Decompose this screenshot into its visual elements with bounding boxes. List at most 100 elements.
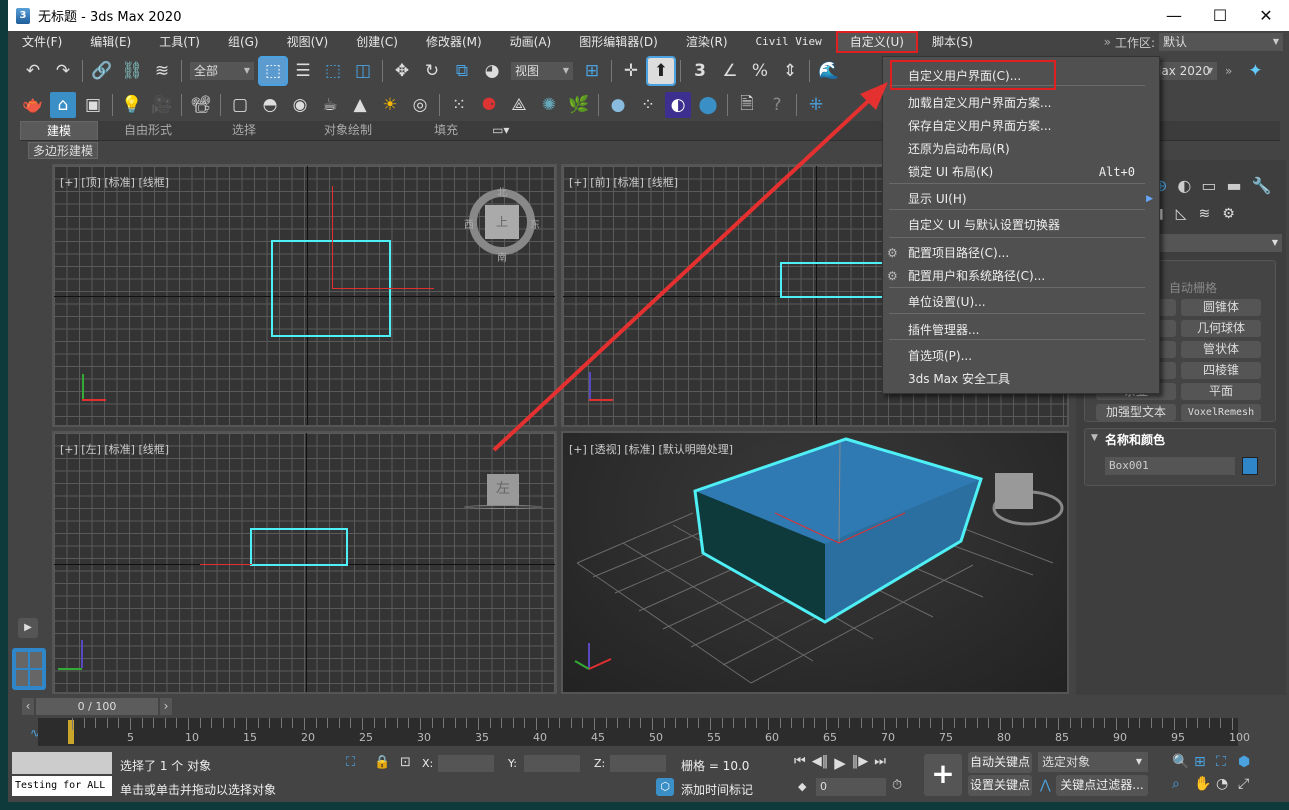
render-setup-icon[interactable]: ⬤ <box>695 92 721 118</box>
window-crossing-icon[interactable]: ◫ <box>350 58 376 84</box>
menu-item[interactable]: ⚙ 配置用户和系统路径(C)... <box>883 265 1159 287</box>
edit-named-selection-icon[interactable]: 🌊 <box>816 58 842 84</box>
frame-counter[interactable]: 0 / 100 <box>36 698 158 715</box>
ribbon-tab-modeling[interactable]: 建模 <box>20 121 99 140</box>
set-key-big-button[interactable]: + <box>924 754 962 796</box>
auto-key-button[interactable]: 自动关键点 <box>968 752 1032 773</box>
menu-tools[interactable]: 工具(T) <box>145 31 214 53</box>
time-slider-handle[interactable] <box>68 720 74 744</box>
rollout-collapse-icon[interactable]: ▼ <box>1091 433 1098 443</box>
viewport-label[interactable]: [+] [顶] [标准] [线框] <box>60 174 169 190</box>
add-time-tag[interactable]: 添加时间标记 <box>681 781 753 798</box>
render-frame-icon[interactable]: ▣ <box>80 92 106 118</box>
select-manipulate-icon[interactable]: ✛ <box>618 58 644 84</box>
material-editor-icon[interactable]: ⁘ <box>635 92 661 118</box>
viewport-left[interactable]: [+] [左] [标准] [线框] 左 <box>52 431 557 694</box>
foliage-icon[interactable]: 🌿 <box>566 92 592 118</box>
viewport-layout-button[interactable] <box>12 648 46 690</box>
orbit-icon[interactable]: ◔ <box>1216 776 1238 792</box>
zoom-extents-icon[interactable]: ⛶ <box>1216 754 1238 770</box>
paint-palette-icon[interactable]: ◐ <box>665 92 691 118</box>
menu-civil-view[interactable]: Civil View <box>742 31 836 53</box>
select-move-icon[interactable]: ✥ <box>389 58 415 84</box>
viewcube-ring[interactable] <box>464 505 542 509</box>
next-key-icon[interactable]: ‖▶ <box>852 754 869 772</box>
menu-item[interactable]: 3ds Max 安全工具 <box>883 368 1159 390</box>
particle-array-icon[interactable]: ⁙ <box>446 92 472 118</box>
zoom-icon[interactable]: 🔍 <box>1172 754 1194 770</box>
viewport-label[interactable]: [+] [前] [标准] [线框] <box>569 174 678 190</box>
bind-space-warp-icon[interactable]: ≋ <box>149 58 175 84</box>
cone-button[interactable]: 圆锥体 <box>1181 299 1261 316</box>
zoom-all-icon[interactable]: ⊞ <box>1194 754 1216 770</box>
textplus-button[interactable]: 加强型文本 <box>1096 404 1176 421</box>
rect-selection-region-icon[interactable]: ⬚ <box>320 58 346 84</box>
prev-key-icon[interactable]: ◀‖ <box>812 754 829 772</box>
material-sphere-icon[interactable]: ● <box>605 92 631 118</box>
menu-item[interactable]: ⚙ 配置项目路径(C)... <box>883 242 1159 264</box>
go-to-start-icon[interactable]: ⏮ <box>794 754 806 772</box>
ribbon-subtab-polygon-modeling[interactable]: 多边形建模 <box>28 142 99 159</box>
menu-group[interactable]: 组(G) <box>214 31 273 53</box>
systems-icon[interactable]: ⚙ <box>1222 206 1235 222</box>
utilities-tab-icon[interactable]: 🔧 <box>1252 176 1272 195</box>
menu-rendering[interactable]: 渲染(R) <box>672 31 742 53</box>
spinner-snap-icon[interactable]: ⇕ <box>777 58 803 84</box>
select-by-name-icon[interactable]: ☰ <box>290 58 316 84</box>
redo-icon[interactable]: ↷ <box>50 58 76 84</box>
select-scale-icon[interactable]: ⧉ <box>449 58 475 84</box>
reference-coordinate-dropdown[interactable]: 视图 <box>511 62 573 80</box>
link-icon[interactable]: 🔗 <box>89 58 115 84</box>
vault-icon[interactable]: ✦ <box>1242 58 1268 84</box>
menu-customize[interactable]: 自定义(U) <box>835 31 918 53</box>
teapot-icon[interactable]: 🫖 <box>20 92 46 118</box>
modify-tab-icon[interactable]: ◐ <box>1177 176 1191 195</box>
menu-edit[interactable]: 编辑(E) <box>76 31 145 53</box>
teapot-primitive-icon[interactable]: ☕ <box>317 92 343 118</box>
helpers-icon[interactable]: ◺ <box>1176 206 1187 222</box>
selection-filter-dropdown[interactable]: 全部 <box>190 62 254 80</box>
time-tag-icon[interactable]: ⬡ <box>656 778 674 796</box>
ribbon-tab-object-paint[interactable]: 对象绘制 <box>290 121 406 140</box>
object-name-input[interactable]: Box001 <box>1105 457 1235 475</box>
box-selected-wireframe[interactable] <box>250 528 348 566</box>
isolate-selection-icon[interactable]: ⛶ <box>346 755 355 770</box>
ribbon-tab-selection[interactable]: 选择 <box>198 121 290 140</box>
viewport-perspective[interactable]: [+] [透视] [标准] [默认明暗处理] <box>561 431 1069 694</box>
menu-animation[interactable]: 动画(A) <box>496 31 566 53</box>
angle-snap-icon[interactable]: ∠ <box>717 58 743 84</box>
autogrid-label[interactable]: 自动栅格 <box>1169 279 1217 296</box>
absolute-mode-icon[interactable]: ⊡ <box>400 755 411 770</box>
expand-toolbar-button[interactable]: ▶ <box>18 618 38 638</box>
dynamics-icon[interactable]: ⚈ <box>476 92 502 118</box>
menu-item[interactable]: 首选项(P)... <box>883 345 1159 367</box>
workspace-dropdown[interactable]: 默认 <box>1159 33 1283 51</box>
menu-create[interactable]: 创建(C) <box>342 31 412 53</box>
voxelremesh-button[interactable]: VoxelRemesh <box>1181 404 1261 421</box>
undo-icon[interactable]: ↶ <box>20 58 46 84</box>
time-configuration-icon[interactable]: ⏱ <box>892 778 902 793</box>
keyboard-shortcut-override-icon[interactable]: ⬆ <box>646 56 676 86</box>
z-coordinate-field[interactable] <box>610 755 666 772</box>
menu-modifiers[interactable]: 修改器(M) <box>412 31 496 53</box>
maxscript-listener-top[interactable] <box>12 752 112 774</box>
ribbon-tab-freeform[interactable]: 自由形式 <box>98 121 198 140</box>
cone-icon[interactable]: ▲ <box>347 92 373 118</box>
object-type-dropdown[interactable]: ▼ <box>1156 234 1282 252</box>
next-frame-button[interactable]: › <box>160 698 172 715</box>
percent-snap-icon[interactable]: % <box>747 58 773 84</box>
menu-item[interactable]: 锁定 UI 布局(K) Alt+0 <box>883 161 1159 183</box>
go-to-end-icon[interactable]: ⏭ <box>874 754 886 772</box>
camera-icon[interactable]: 🎥 <box>149 92 175 118</box>
maximize-button[interactable]: ☐ <box>1197 0 1243 31</box>
ribbon-options-icon[interactable]: ▭▾ <box>486 121 515 140</box>
play-icon[interactable]: ▶ <box>834 754 846 772</box>
menu-scripting[interactable]: 脚本(S) <box>918 31 987 53</box>
viewcube-left-face[interactable]: 左 <box>487 474 519 506</box>
space-warps-icon[interactable]: ≋ <box>1199 206 1211 222</box>
set-key-button[interactable]: 设置关键点 <box>968 775 1032 796</box>
current-frame-spinner[interactable]: 0 <box>816 778 886 796</box>
menu-item[interactable]: 保存自定义用户界面方案... <box>883 115 1159 137</box>
hierarchy-tab-icon[interactable]: ▭ <box>1201 176 1216 195</box>
minimize-button[interactable]: — <box>1151 0 1197 31</box>
